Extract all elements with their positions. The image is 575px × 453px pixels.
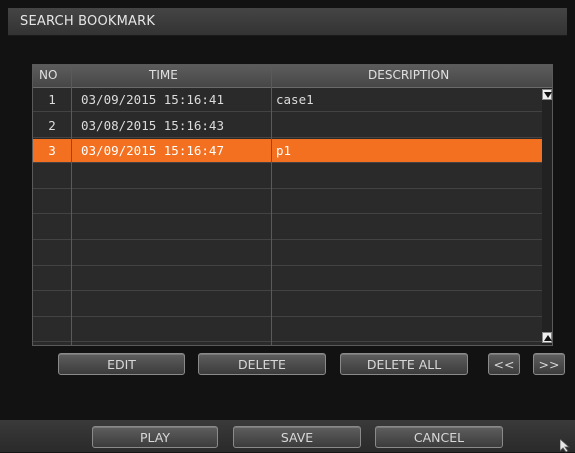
cancel-button[interactable]: CANCEL (375, 426, 503, 448)
table-scrollbar[interactable] (542, 88, 552, 345)
header-no: NO (39, 68, 58, 82)
row-description (273, 242, 546, 266)
row-no (33, 293, 71, 317)
footer-bar: PLAY SAVE CANCEL (0, 420, 575, 452)
delete-button[interactable]: DELETE (198, 353, 326, 375)
row-no (33, 216, 71, 240)
row-description (273, 318, 546, 342)
edit-button[interactable]: EDIT (58, 353, 185, 375)
row-no: 2 (48, 117, 56, 133)
row-description (273, 267, 546, 291)
row-description (273, 293, 546, 317)
row-no (33, 318, 71, 342)
column-divider (271, 65, 272, 345)
row-no: 3 (48, 143, 56, 159)
row-description: case1 (276, 92, 314, 107)
table-row[interactable]: 3 03/09/2015 15:16:47 p1 (33, 139, 552, 164)
row-time (75, 318, 276, 342)
next-page-button[interactable]: >> (533, 353, 565, 375)
table-row[interactable] (33, 242, 552, 266)
table-header: NO TIME DESCRIPTION (33, 65, 552, 88)
scroll-up-button[interactable] (542, 332, 552, 343)
table-row[interactable]: 2 03/08/2015 15:16:43 (33, 114, 552, 138)
mouse-cursor-icon (560, 439, 571, 453)
scroll-down-button[interactable] (542, 89, 552, 100)
row-description (273, 190, 546, 214)
table-row[interactable] (33, 267, 552, 292)
row-no (33, 267, 71, 291)
triangle-up-icon (544, 335, 552, 341)
play-button[interactable]: PLAY (92, 426, 218, 448)
title-bar: SEARCH BOOKMARK (8, 8, 567, 36)
row-description (273, 216, 546, 240)
prev-page-button[interactable]: << (488, 353, 520, 375)
delete-all-button[interactable]: DELETE ALL (340, 353, 468, 375)
table-row[interactable] (33, 318, 552, 343)
row-time (75, 242, 276, 266)
row-description (273, 114, 546, 138)
header-time: TIME (149, 68, 178, 82)
row-no: 1 (48, 92, 56, 107)
table-row[interactable]: 1 03/09/2015 15:16:41 case1 (33, 88, 552, 112)
header-description: DESCRIPTION (368, 68, 450, 82)
row-time (75, 190, 276, 214)
row-no (33, 165, 71, 189)
table-row[interactable] (33, 293, 552, 317)
triangle-down-icon (544, 92, 552, 98)
bookmark-table: NO TIME DESCRIPTION 1 03/09/2015 15:16:41… (32, 64, 553, 346)
row-time (75, 293, 276, 317)
table-row[interactable] (33, 165, 552, 189)
table-row[interactable] (33, 190, 552, 215)
row-time (75, 165, 276, 189)
row-description (273, 165, 546, 189)
table-row[interactable] (33, 216, 552, 240)
row-no (33, 190, 71, 214)
row-time: 03/09/2015 15:16:47 (81, 143, 224, 159)
row-no (33, 242, 71, 266)
row-time (75, 267, 276, 291)
search-bookmark-dialog: SEARCH BOOKMARK NO TIME DESCRIPTION 1 03/… (0, 0, 575, 453)
column-divider (71, 65, 72, 345)
dialog-title: SEARCH BOOKMARK (20, 14, 156, 29)
row-time (75, 216, 276, 240)
row-description: p1 (276, 143, 292, 159)
save-button[interactable]: SAVE (233, 426, 361, 448)
row-time: 03/09/2015 15:16:41 (81, 92, 224, 107)
row-time: 03/08/2015 15:16:43 (81, 117, 224, 133)
